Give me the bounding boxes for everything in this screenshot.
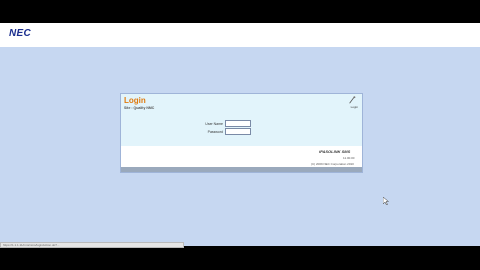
product-logo: iPASOLINK SMS xyxy=(319,149,351,154)
site-subtitle: Site : Quality NMC xyxy=(124,106,155,110)
version-text: 11.00.00 xyxy=(343,156,355,160)
nec-logo: NEC xyxy=(9,28,32,39)
copyright-text: (C) 2009 NEC Corporation 2010 xyxy=(311,162,354,166)
screen: NEC Login Site : Quality NMC Login User … xyxy=(0,0,480,270)
header-bar: NEC xyxy=(0,23,480,47)
username-input[interactable] xyxy=(225,120,251,127)
password-label: Password xyxy=(207,130,223,134)
page-content: Login Site : Quality NMC Login User Name… xyxy=(0,47,480,246)
login-title: Login xyxy=(124,96,146,105)
password-input[interactable] xyxy=(225,128,251,135)
mouse-cursor-icon xyxy=(383,197,389,205)
login-panel: Login Site : Quality NMC Login User Name… xyxy=(120,93,363,173)
browser-status-bar: https://1.1.1.11/nms/nms/loginAction.do?… xyxy=(0,242,184,248)
login-icon[interactable] xyxy=(348,96,356,104)
login-panel-header: Login Site : Quality NMC Login User Name… xyxy=(121,94,362,146)
bottom-bar xyxy=(0,246,480,270)
panel-footer-bar xyxy=(121,167,362,172)
login-icon-label[interactable]: Login xyxy=(351,105,358,109)
status-url: https://1.1.1.11/nms/nms/loginAction.do?… xyxy=(3,243,60,247)
username-label: User Name xyxy=(205,122,223,126)
